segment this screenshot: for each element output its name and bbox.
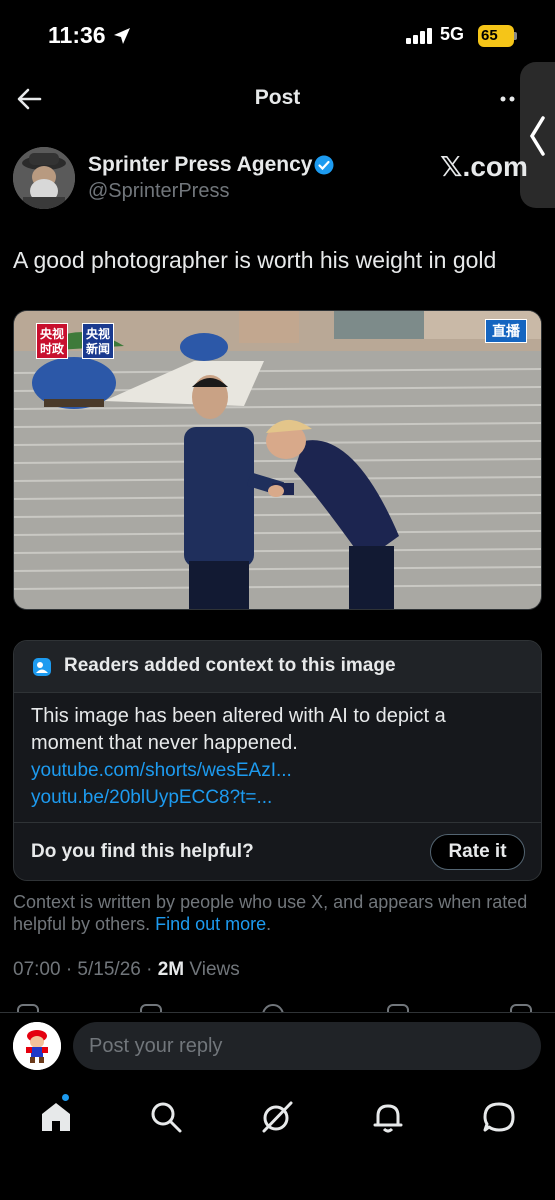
location-arrow-icon xyxy=(114,28,130,44)
user-avatar[interactable] xyxy=(13,1022,61,1070)
helpful-question: Do you find this helpful? xyxy=(31,841,254,862)
post-meta: 07:00 · 5/15/26 · 2M Views xyxy=(13,959,240,981)
context-explainer: Context is written by people who use X, … xyxy=(13,891,533,935)
source-link-youtube-shorts[interactable]: youtube.com/shorts/wesEAzI... xyxy=(31,757,521,784)
divider xyxy=(14,822,541,823)
live-tag: 直播 xyxy=(485,319,527,343)
grok-icon[interactable] xyxy=(260,1100,294,1134)
rate-it-button[interactable]: Rate it xyxy=(430,834,525,870)
repost-icon[interactable] xyxy=(140,1004,162,1012)
verified-badge-icon xyxy=(314,155,334,175)
community-note-header: Readers added context to this image xyxy=(14,641,541,693)
reply-icon[interactable] xyxy=(17,1004,39,1012)
notifications-icon[interactable] xyxy=(371,1100,405,1134)
x-com-watermark: 𝕏.com xyxy=(440,151,528,182)
chevron-left-icon[interactable] xyxy=(528,116,546,156)
page-title: Post xyxy=(254,86,301,109)
network-label: 5G xyxy=(440,24,465,44)
author-avatar[interactable] xyxy=(13,147,75,209)
source-link-youtu-be[interactable]: youtu.be/20blUypECC8?t=... xyxy=(31,784,521,811)
avatar-portrait-icon xyxy=(13,147,75,209)
status-time: 11:36 xyxy=(48,22,106,48)
community-note-body: This image has been altered with AI to d… xyxy=(31,703,521,811)
community-note-text: This image has been altered with AI to d… xyxy=(31,705,446,754)
views-label: Views xyxy=(184,959,240,980)
context-suffix: . xyxy=(266,914,272,934)
like-icon[interactable] xyxy=(262,1004,284,1012)
battery-cap xyxy=(514,32,517,40)
share-icon[interactable] xyxy=(510,1004,532,1012)
cell-signal-icon xyxy=(406,28,432,44)
home-icon[interactable] xyxy=(39,1100,73,1134)
community-note-title: Readers added context to this image xyxy=(64,655,396,676)
post-image[interactable]: 央视 时政 央视 新闻 直播 xyxy=(13,310,542,610)
bookmark-icon[interactable] xyxy=(387,1004,409,1012)
author-handle[interactable]: @SprinterPress xyxy=(88,180,229,203)
status-bar: 11:36 5G 65 xyxy=(0,0,555,70)
cctv-badge-right: 央视 新闻 xyxy=(82,323,114,359)
more-options-icon[interactable] xyxy=(500,96,520,102)
community-note-card: Readers added context to this image This… xyxy=(13,640,542,881)
post-text: A good photographer is worth his weight … xyxy=(13,247,497,273)
messages-icon[interactable] xyxy=(482,1100,516,1134)
community-notes-icon xyxy=(33,658,51,676)
reply-input[interactable] xyxy=(73,1022,541,1070)
author-name[interactable]: Sprinter Press Agency xyxy=(88,153,312,177)
cctv-badge-left: 央视 时政 xyxy=(36,323,68,359)
home-notification-dot xyxy=(62,1094,69,1101)
post-datetime: 07:00 · 5/15/26 · xyxy=(13,959,158,980)
mario-avatar-icon xyxy=(13,1022,61,1070)
search-icon[interactable] xyxy=(149,1100,183,1134)
battery-level: 65 xyxy=(478,25,514,47)
action-bar-peek xyxy=(0,1002,555,1012)
find-out-more-link[interactable]: Find out more xyxy=(155,914,266,934)
views-count: 2M xyxy=(157,959,185,980)
